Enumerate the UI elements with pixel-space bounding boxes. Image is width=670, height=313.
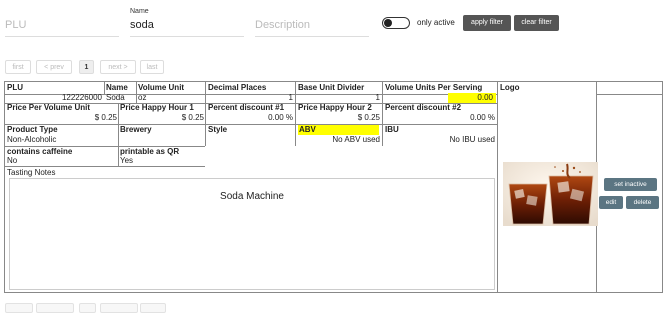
header-ibu: IBU: [385, 125, 399, 134]
header-name: Name: [106, 83, 128, 92]
header-plu: PLU: [7, 83, 23, 92]
toggle-knob: [384, 19, 392, 27]
tasting-notes-box: Soda Machine: [9, 178, 495, 290]
name-filter-input[interactable]: [130, 14, 244, 37]
pager-last-button[interactable]: last: [140, 60, 164, 74]
value-volume-unit: oz: [138, 93, 147, 102]
pager-prev-button[interactable]: < prev: [36, 60, 72, 74]
apply-filter-button[interactable]: apply filter: [463, 15, 511, 31]
header-volume-units-per-serving: Volume Units Per Serving: [385, 83, 483, 92]
value-abv: No ABV used: [332, 135, 380, 144]
value-percent-discount-2: 0.00 %: [470, 113, 495, 122]
edit-button[interactable]: edit: [599, 196, 623, 209]
header-tasting-notes: Tasting Notes: [7, 168, 56, 177]
header-volume-unit: Volume Unit: [138, 83, 185, 92]
header-price-per-volume-unit: Price Per Volume Unit: [7, 103, 90, 112]
header-price-happy-hour-2: Price Happy Hour 2: [298, 103, 372, 112]
value-decimal-places: 1: [288, 93, 293, 102]
header-brewery: Brewery: [120, 125, 152, 134]
header-style: Style: [208, 125, 228, 134]
soda-glasses-photo: [503, 162, 598, 226]
divider: [382, 82, 383, 146]
bottom-pager-last[interactable]: [140, 303, 166, 313]
divider: [104, 82, 105, 94]
product-record: PLU Name Volume Unit Decimal Places Base…: [4, 81, 663, 293]
divider: [596, 94, 662, 95]
only-active-label: only active: [417, 18, 455, 27]
plu-filter-input[interactable]: [5, 14, 119, 37]
value-volume-units-per-serving: 0.00: [448, 93, 496, 103]
bottom-pager-next[interactable]: [100, 303, 138, 313]
only-active-toggle[interactable]: [382, 17, 410, 29]
value-price-happy-hour-1: $ 0.25: [181, 113, 204, 122]
set-inactive-button[interactable]: set inactive: [604, 178, 657, 191]
pager-page-1-button[interactable]: 1: [79, 60, 94, 74]
pager-next-button[interactable]: next >: [100, 60, 136, 74]
divider: [136, 82, 137, 103]
header-abv: ABV: [298, 125, 379, 135]
delete-button[interactable]: delete: [626, 196, 659, 209]
pager-first-button[interactable]: first: [5, 60, 31, 74]
clear-filter-button[interactable]: clear filter: [514, 15, 559, 31]
value-price-per-volume-unit: $ 0.25: [94, 113, 117, 122]
divider: [295, 82, 296, 146]
value-tasting-notes: Soda Machine: [220, 191, 284, 202]
header-percent-discount-2: Percent discount #2: [385, 103, 462, 112]
value-name: Soda: [106, 93, 125, 102]
description-filter-input[interactable]: [255, 14, 369, 37]
divider: [5, 166, 205, 167]
value-product-type: Non-Alcoholic: [7, 135, 57, 144]
divider: [205, 82, 206, 146]
value-plu: 122226000: [61, 93, 102, 102]
value-printable-as-qr: Yes: [120, 156, 134, 165]
divider: [118, 103, 119, 166]
value-percent-discount-1: 0.00 %: [268, 113, 293, 122]
header-decimal-places: Decimal Places: [208, 83, 267, 92]
header-price-happy-hour-1: Price Happy Hour 1: [120, 103, 194, 112]
bottom-pager-prev[interactable]: [36, 303, 74, 313]
header-logo: Logo: [500, 83, 520, 92]
bottom-pager-page[interactable]: [79, 303, 96, 313]
value-price-happy-hour-2: $ 0.25: [357, 113, 380, 122]
header-percent-discount-1: Percent discount #1: [208, 103, 285, 112]
divider: [497, 82, 498, 292]
header-product-type: Product Type: [7, 125, 58, 134]
value-base-unit-divider: 1: [375, 93, 380, 102]
value-ibu: No IBU used: [449, 135, 495, 144]
value-contains-caffeine: No: [7, 156, 18, 165]
header-base-unit-divider: Base Unit Divider: [298, 83, 365, 92]
bottom-pager-first[interactable]: [5, 303, 33, 313]
